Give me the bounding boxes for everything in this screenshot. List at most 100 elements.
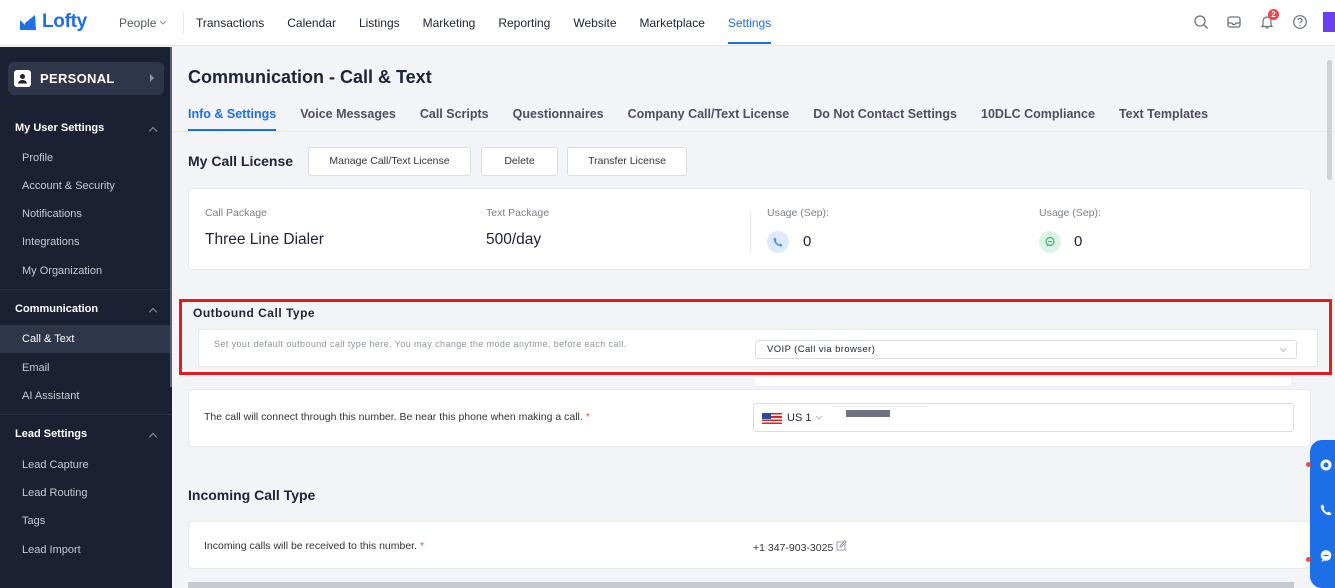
tab-do-not-contact[interactable]: Do Not Contact Settings <box>813 107 957 131</box>
outbound-call-type-card: Set your default outbound call type here… <box>198 329 1318 367</box>
lofty-logo-icon <box>20 15 36 30</box>
country-code: US 1 <box>787 412 812 424</box>
page-title: Communication - Call & Text <box>188 67 432 87</box>
sidebar-item-tags[interactable]: Tags <box>0 507 172 535</box>
select-underlay <box>753 377 1293 387</box>
user-avatar[interactable] <box>1323 12 1335 32</box>
outbound-selected-value: VOIP (Call via browser) <box>767 344 876 355</box>
notification-badge: 2 <box>1268 9 1279 20</box>
sidebar-scrollbar[interactable] <box>170 47 172 387</box>
nav-divider <box>183 12 184 34</box>
incoming-number: +1 347-903-3025 <box>753 540 848 554</box>
chevron-down-icon <box>160 20 167 25</box>
personal-switcher[interactable]: PERSONAL <box>8 62 164 95</box>
nav-transactions[interactable]: Transactions <box>196 0 264 46</box>
manage-license-button[interactable]: Manage Call/Text License <box>308 147 471 176</box>
card-divider <box>750 211 751 253</box>
tab-voice-messages[interactable]: Voice Messages <box>300 107 396 131</box>
sidebar-item-call-text[interactable]: Call & Text <box>0 325 172 353</box>
redacted-line <box>832 406 928 407</box>
message-icon <box>1039 231 1061 253</box>
people-menu[interactable]: People <box>119 16 167 30</box>
transfer-license-button[interactable]: Transfer License <box>567 147 687 176</box>
nav-listings[interactable]: Listings <box>359 0 400 46</box>
search-icon[interactable] <box>1191 12 1211 32</box>
tab-call-scripts[interactable]: Call Scripts <box>420 107 489 131</box>
outbound-description: Set your default outbound call type here… <box>214 339 627 349</box>
edit-icon[interactable] <box>836 540 848 551</box>
connect-text-label: The call will connect through this numbe… <box>204 411 583 423</box>
incoming-number-value: +1 347-903-3025 <box>753 542 834 554</box>
sidebar-divider <box>0 414 172 415</box>
tab-info-settings[interactable]: Info & Settings <box>188 107 277 131</box>
incoming-text-label: Incoming calls will be received to this … <box>204 540 418 552</box>
nav-marketplace[interactable]: Marketplace <box>640 0 705 46</box>
sidebar-item-my-organization[interactable]: My Organization <box>0 257 172 285</box>
settings-tabs: Info & Settings Voice Messages Call Scri… <box>188 107 1232 131</box>
outbound-call-type-title: Outbound Call Type <box>193 306 316 320</box>
delete-button[interactable]: Delete <box>481 147 558 176</box>
lofty-logo[interactable]: Lofty <box>18 11 87 33</box>
sidebar: PERSONAL My User Settings Profile Accoun… <box>0 47 172 588</box>
section-communication[interactable]: Communication <box>15 303 98 315</box>
phone-icon <box>767 231 789 253</box>
sidebar-divider <box>0 289 172 290</box>
page-scrollbar[interactable] <box>1327 60 1332 180</box>
us-flag-icon <box>762 413 782 424</box>
chevron-up-icon[interactable] <box>148 432 158 442</box>
tabs-divider <box>173 131 1335 132</box>
nav-marketing[interactable]: Marketing <box>423 0 476 46</box>
country-code-select[interactable]: US 1 <box>787 412 823 424</box>
horizontal-scrollbar[interactable] <box>188 582 1294 588</box>
nav-calendar[interactable]: Calendar <box>287 0 336 46</box>
brand-name: Lofty <box>42 11 87 32</box>
section-my-user-settings[interactable]: My User Settings <box>15 122 104 134</box>
tab-questionnaires[interactable]: Questionnaires <box>513 107 604 131</box>
help-icon[interactable] <box>1290 12 1310 32</box>
tab-text-templates[interactable]: Text Templates <box>1119 107 1208 131</box>
bell-icon[interactable]: 2 <box>1257 9 1279 32</box>
chevron-up-icon[interactable] <box>148 126 158 136</box>
caret-right-icon <box>150 74 154 82</box>
people-label: People <box>119 16 157 30</box>
sidebar-item-lead-capture[interactable]: Lead Capture <box>0 451 172 479</box>
outbound-call-type-select[interactable]: VOIP (Call via browser) <box>755 340 1297 359</box>
required-mark: * <box>585 411 590 423</box>
sidebar-item-email[interactable]: Email <box>0 354 172 382</box>
license-card: Call Package Three Line Dialer Text Pack… <box>188 188 1311 270</box>
chevron-up-icon[interactable] <box>148 307 158 317</box>
call-license-title: My Call License <box>188 153 294 169</box>
personal-label: PERSONAL <box>40 71 115 86</box>
sidebar-item-lead-routing[interactable]: Lead Routing <box>0 479 172 507</box>
sidebar-item-ai-assistant[interactable]: AI Assistant <box>0 382 172 410</box>
phone-icon[interactable] <box>1319 503 1333 517</box>
required-mark: * <box>419 540 425 552</box>
section-lead-settings[interactable]: Lead Settings <box>15 428 87 440</box>
sidebar-item-lead-import[interactable]: Lead Import <box>0 536 172 564</box>
sidebar-item-notifications[interactable]: Notifications <box>0 200 172 228</box>
user-card-icon <box>14 70 31 87</box>
tab-company-license[interactable]: Company Call/Text License <box>628 107 790 131</box>
nav-settings[interactable]: Settings <box>727 0 772 46</box>
inbox-icon[interactable] <box>1224 12 1244 32</box>
top-icons: 2 <box>1191 9 1335 32</box>
redacted-phone-number <box>846 410 890 417</box>
nav-reporting[interactable]: Reporting <box>498 0 550 46</box>
sidebar-item-integrations[interactable]: Integrations <box>0 228 172 256</box>
main-nav: Transactions Calendar Listings Marketing… <box>196 0 794 46</box>
sidebar-item-account-security[interactable]: Account & Security <box>0 172 172 200</box>
chat-bot-icon[interactable] <box>1319 458 1333 472</box>
usage-call-value: 0 <box>803 233 812 250</box>
phone-number-field[interactable]: US 1 <box>753 403 1294 432</box>
alert-dot <box>1306 557 1311 562</box>
usage-text-value: 0 <box>1074 233 1083 250</box>
nav-website[interactable]: Website <box>573 0 616 46</box>
connect-text: The call will connect through this numbe… <box>204 411 590 423</box>
call-package-label: Call Package <box>205 207 267 219</box>
usage-text-label: Usage (Sep): <box>1039 207 1101 219</box>
message-icon[interactable] <box>1319 549 1333 563</box>
tab-10dlc-compliance[interactable]: 10DLC Compliance <box>981 107 1095 131</box>
sidebar-item-profile[interactable]: Profile <box>0 144 172 172</box>
top-bar: Lofty People Transactions Calendar Listi… <box>0 0 1335 46</box>
incoming-call-type-title: Incoming Call Type <box>188 487 316 503</box>
